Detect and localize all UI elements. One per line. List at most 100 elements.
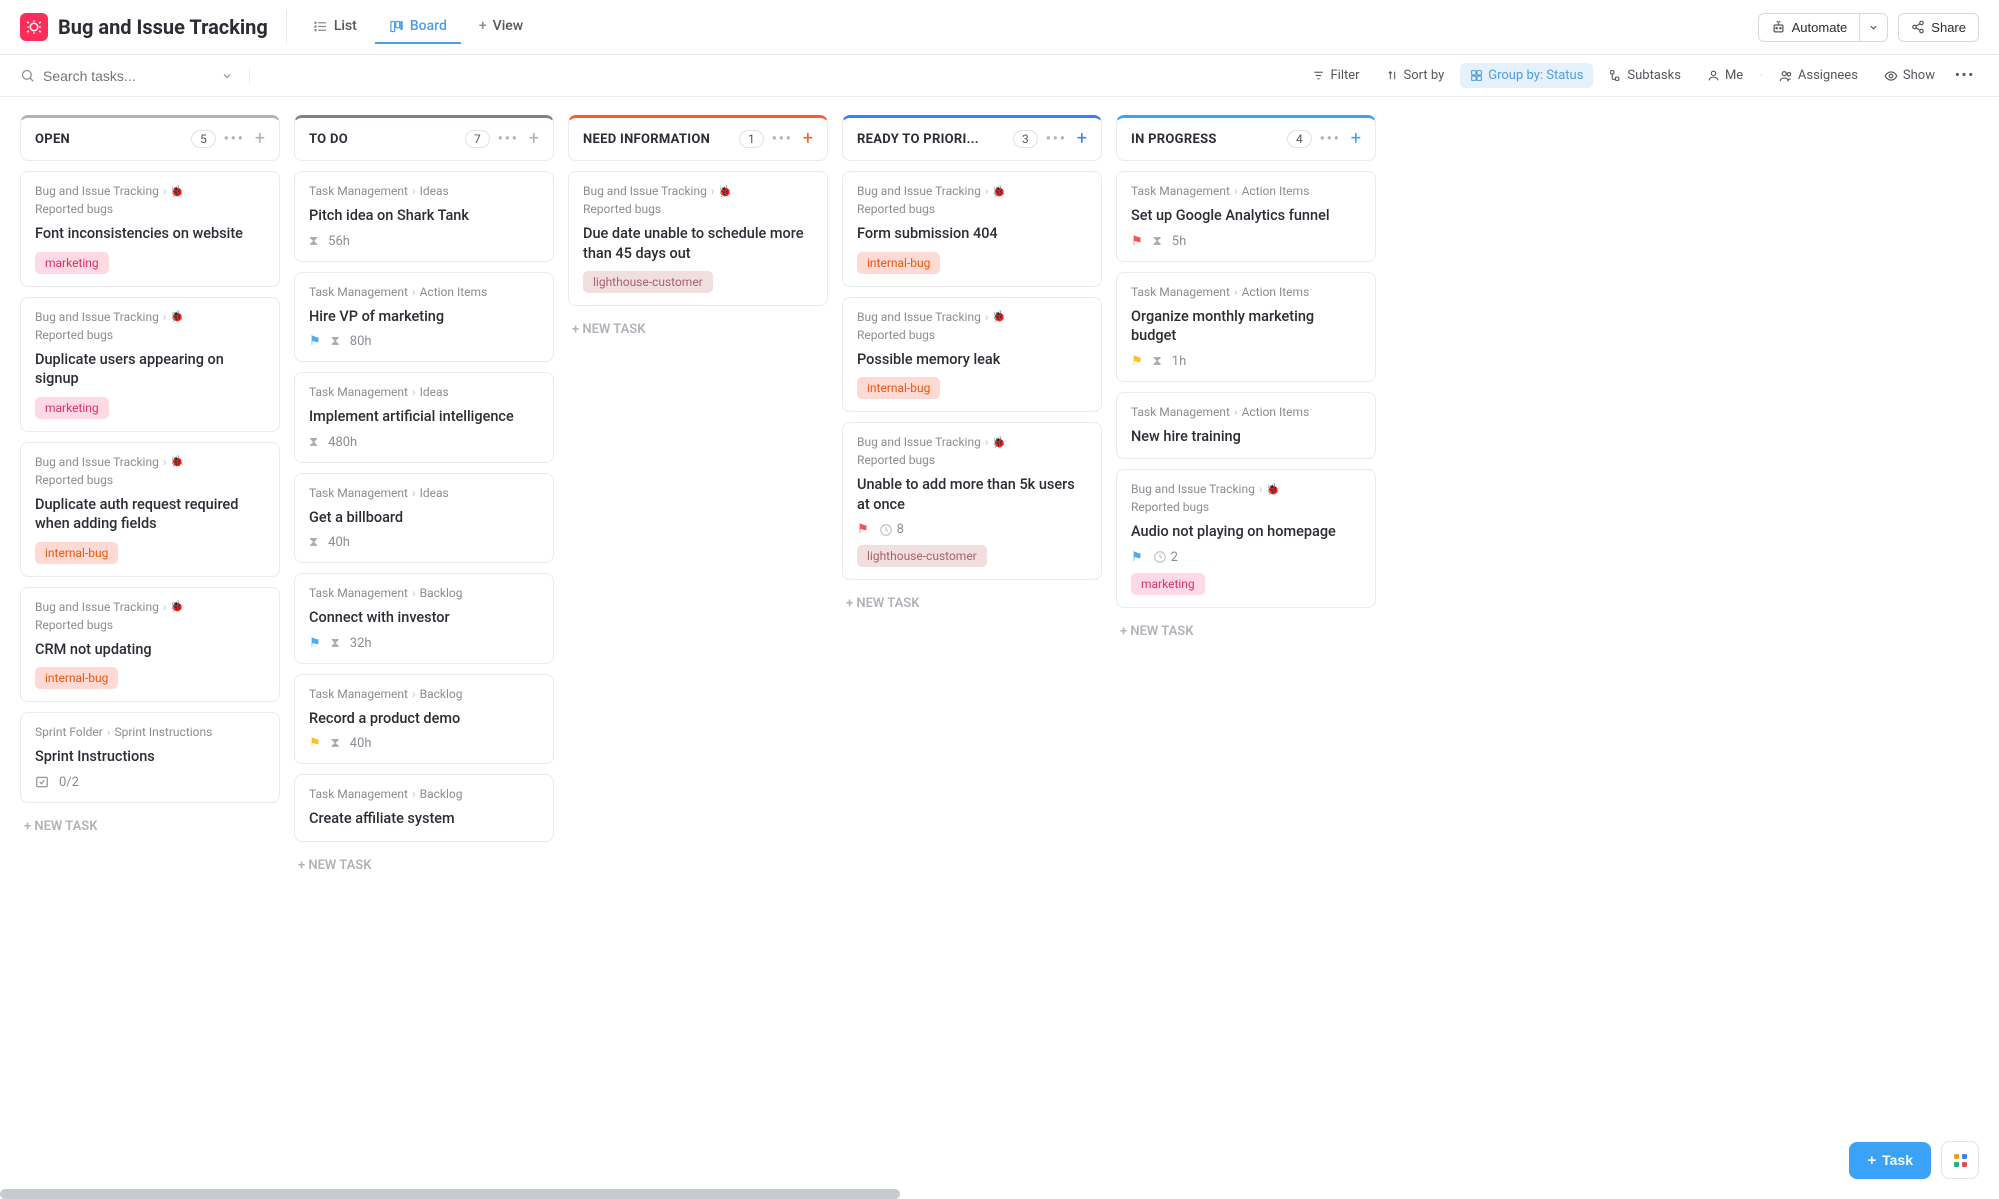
column-add-icon[interactable]: + [1077,130,1087,148]
card-title: Due date unable to schedule more than 45… [583,224,813,263]
card-tags: lighthouse-customer [583,271,813,293]
column-needinfo: NEED INFORMATION1•••+Bug and Issue Track… [568,115,828,343]
task-card[interactable]: Bug and Issue Tracking›🐞Reported bugsFor… [842,171,1102,287]
new-task-button[interactable]: + NEW TASK [568,316,828,343]
filter-button[interactable]: Filter [1302,63,1369,88]
chevron-right-icon: › [412,787,416,801]
column-progress: IN PROGRESS4•••+Task Management›Action I… [1116,115,1376,645]
tab-list[interactable]: List [299,10,371,44]
task-card[interactable]: Bug and Issue Tracking›🐞Reported bugsDup… [20,442,280,577]
breadcrumb: Task Management›Action Items [1131,184,1361,198]
tag[interactable]: marketing [35,252,109,274]
tag[interactable]: lighthouse-customer [857,545,987,567]
card-title: Record a product demo [309,709,539,729]
tag[interactable]: internal-bug [857,377,940,399]
filter-icon [1312,69,1325,82]
card-title: Unable to add more than 5k users at once [857,475,1087,514]
chevron-right-icon: › [163,455,167,469]
me-button[interactable]: Me [1697,63,1753,88]
subtasks-button[interactable]: Subtasks [1599,63,1691,88]
card-meta: ⚑⧗40h [309,736,539,751]
tab-add-view[interactable]: + View [465,10,537,44]
time-estimate: 480h [328,435,357,450]
task-card[interactable]: Task Management›IdeasGet a billboard⧗40h [294,473,554,564]
task-card[interactable]: Task Management›IdeasImplement artificia… [294,372,554,463]
chevron-right-icon: › [412,184,416,198]
column-header[interactable]: IN PROGRESS4•••+ [1116,115,1376,161]
show-button[interactable]: Show [1874,63,1945,88]
search-chevron-icon[interactable] [221,70,233,82]
board-icon [389,19,404,34]
column-menu-icon[interactable]: ••• [1320,131,1341,147]
column-menu-icon[interactable]: ••• [1046,131,1067,147]
bug-icon: 🐞 [992,185,1006,198]
tab-board[interactable]: Board [375,10,461,44]
card-title: Duplicate users appearing on signup [35,350,265,389]
bug-icon: 🐞 [170,310,184,323]
breadcrumb: Task Management›Ideas [309,385,539,399]
new-task-button[interactable]: + NEW TASK [294,852,554,879]
chevron-down-icon [1868,22,1879,33]
task-card[interactable]: Bug and Issue Tracking›🐞Reported bugsUna… [842,422,1102,580]
tag[interactable]: marketing [1131,573,1205,595]
tag[interactable]: marketing [35,397,109,419]
task-card[interactable]: Bug and Issue Tracking›🐞Reported bugsDue… [568,171,828,306]
share-button[interactable]: Share [1898,13,1979,42]
tag[interactable]: internal-bug [857,252,940,274]
search-input[interactable] [43,68,193,84]
new-task-fab[interactable]: + Task [1849,1142,1931,1179]
card-title: Pitch idea on Shark Tank [309,206,539,226]
task-card[interactable]: Bug and Issue Tracking›🐞Reported bugsPos… [842,297,1102,413]
new-task-button[interactable]: + NEW TASK [1116,618,1376,645]
new-task-button[interactable]: + NEW TASK [842,590,1102,617]
more-button[interactable]: ••• [1951,63,1979,88]
tag[interactable]: lighthouse-customer [583,271,713,293]
breadcrumb: Task Management›Action Items [1131,405,1361,419]
sort-button[interactable]: Sort by [1376,63,1455,88]
assignees-button[interactable]: Assignees [1769,63,1868,88]
card-tags: marketing [1131,573,1361,595]
column-add-icon[interactable]: + [529,130,539,148]
column-add-icon[interactable]: + [803,130,813,148]
column-menu-icon[interactable]: ••• [498,131,519,147]
horizontal-scrollbar[interactable] [0,1189,900,1199]
task-card[interactable]: Bug and Issue Tracking›🐞Reported bugsDup… [20,297,280,432]
groupby-button[interactable]: Group by: Status [1460,63,1593,88]
automate-button[interactable]: Automate [1758,13,1861,42]
column-count: 1 [739,130,764,148]
column-header[interactable]: NEED INFORMATION1•••+ [568,115,828,161]
task-card[interactable]: Sprint Folder›Sprint InstructionsSprint … [20,712,280,803]
time-estimate: 1h [1172,354,1186,369]
chevron-right-icon: › [163,184,167,198]
tag[interactable]: internal-bug [35,542,118,564]
flag-icon: ⚑ [309,636,321,651]
column-menu-icon[interactable]: ••• [224,131,245,147]
task-card[interactable]: Task Management›BacklogRecord a product … [294,674,554,765]
task-card[interactable]: Task Management›Action ItemsOrganize mon… [1116,272,1376,382]
task-card[interactable]: Bug and Issue Tracking›🐞Reported bugsAud… [1116,469,1376,608]
column-header[interactable]: OPEN5•••+ [20,115,280,161]
card-meta: ⧗56h [309,234,539,249]
column-header[interactable]: READY TO PRIORI...3•••+ [842,115,1102,161]
card-title: Font inconsistencies on website [35,224,265,244]
column-add-icon[interactable]: + [255,130,265,148]
apps-fab[interactable] [1941,1141,1979,1179]
new-task-button[interactable]: + NEW TASK [20,813,280,840]
card-meta: ⚑8 [857,522,1087,537]
task-card[interactable]: Task Management›Action ItemsHire VP of m… [294,272,554,363]
task-card[interactable]: Task Management›IdeasPitch idea on Shark… [294,171,554,262]
task-card[interactable]: Bug and Issue Tracking›🐞Reported bugsCRM… [20,587,280,703]
card-meta: ⚑⧗5h [1131,234,1361,249]
column-menu-icon[interactable]: ••• [772,131,793,147]
task-card[interactable]: Task Management›Action ItemsSet up Googl… [1116,171,1376,262]
task-card[interactable]: Task Management›BacklogConnect with inve… [294,573,554,664]
task-card[interactable]: Task Management›BacklogCreate affiliate … [294,774,554,842]
column-add-icon[interactable]: + [1351,130,1361,148]
automate-dropdown[interactable] [1860,13,1888,42]
bug-icon: 🐞 [170,455,184,468]
tag[interactable]: internal-bug [35,667,118,689]
task-card[interactable]: Bug and Issue Tracking›🐞Reported bugsFon… [20,171,280,287]
column-header[interactable]: TO DO7•••+ [294,115,554,161]
task-card[interactable]: Task Management›Action ItemsNew hire tra… [1116,392,1376,460]
card-meta: ⚑⧗32h [309,636,539,651]
